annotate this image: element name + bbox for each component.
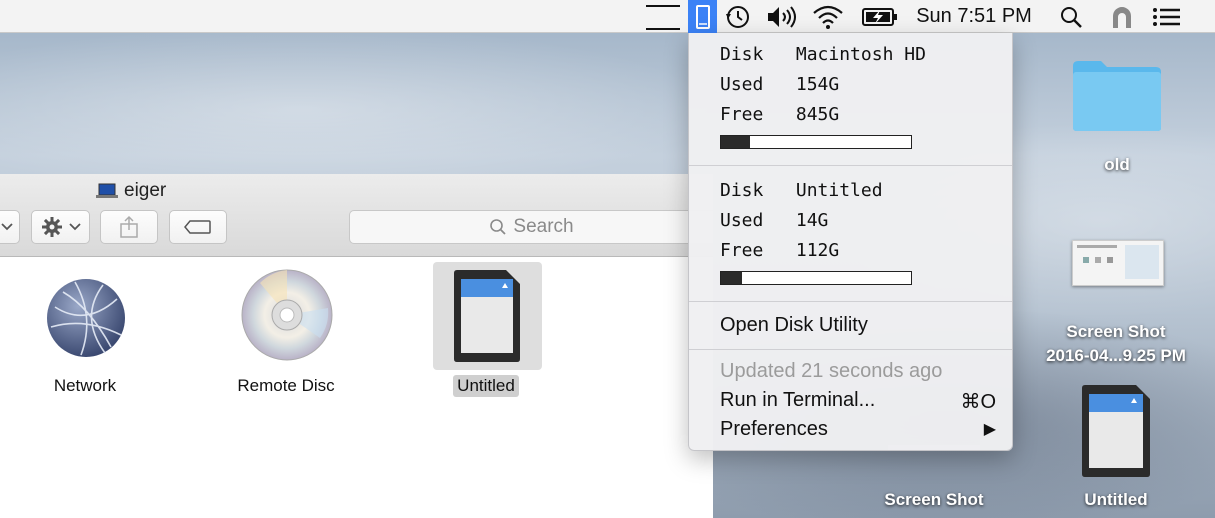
- action-button[interactable]: [31, 210, 90, 244]
- search-icon: [490, 219, 507, 235]
- used-label: Used: [720, 74, 764, 95]
- finder-item-label-text: Network: [53, 376, 117, 395]
- desktop-icon-label: Untitled: [1084, 490, 1148, 509]
- finder-item-label-text: Remote Disc: [237, 376, 335, 395]
- menubar-clock[interactable]: Sun 7:51 PM: [912, 0, 1036, 33]
- share-button[interactable]: [100, 210, 158, 244]
- battery-icon[interactable]: [860, 0, 900, 33]
- time-machine-icon[interactable]: [723, 0, 753, 33]
- chevron-down-icon: [1, 223, 13, 231]
- window-title-text: eiger: [124, 180, 167, 201]
- user-icon[interactable]: [1108, 0, 1136, 33]
- disk-status-icon[interactable]: [688, 0, 717, 33]
- disk2-usage-bar: [720, 271, 912, 285]
- disk2-free-row: Free 112G: [720, 240, 839, 261]
- folder-icon: [1073, 61, 1161, 131]
- usage-bar-fill: [721, 136, 751, 148]
- desktop-icon-label: Screen Shot: [1066, 322, 1166, 341]
- disk-label: Disk: [720, 44, 764, 65]
- network-globe-icon: [47, 279, 125, 357]
- list-icon[interactable]: [1151, 0, 1183, 33]
- desktop-icon-label: Screen Shot: [884, 490, 984, 509]
- screenshot-thumbnail: [1072, 240, 1164, 286]
- open-disk-utility-item[interactable]: Open Disk Utility: [720, 314, 868, 337]
- menu-separator: [689, 301, 1012, 302]
- run-in-terminal-label: Run in Terminal...: [720, 389, 876, 411]
- used-value: 154G: [795, 74, 840, 95]
- clock-text: Sun 7:51 PM: [916, 5, 1032, 27]
- disk-status-menu: Disk Macintosh HD Used 154G Free 845G Di…: [688, 33, 1013, 451]
- search-placeholder: Search: [513, 216, 574, 237]
- finder-item-label: Network: [25, 375, 145, 397]
- finder-window: eiger Search Network Remote Disc Untitle…: [0, 174, 713, 518]
- free-value: 845G: [795, 104, 840, 125]
- disk1-used-row: Used 154G: [720, 74, 839, 95]
- spotlight-icon[interactable]: [1057, 0, 1085, 33]
- menu-separator: [689, 349, 1012, 350]
- free-value: 112G: [795, 240, 840, 261]
- disk1-name-row: Disk Macintosh HD: [720, 44, 926, 65]
- tag-icon: [184, 220, 211, 234]
- run-in-terminal-shortcut: ⌘O: [960, 391, 996, 413]
- desktop-icon-label-line2: 2016-04...9.25 PM: [1046, 346, 1186, 365]
- laptop-icon: [96, 183, 118, 198]
- disk2-name-row: Disk Untitled: [720, 180, 883, 201]
- disk1-free-row: Free 845G: [720, 104, 839, 125]
- usage-bar-fill: [721, 272, 743, 284]
- finder-item-label: Untitled: [426, 375, 546, 397]
- hamburger-lines-icon[interactable]: [643, 0, 683, 33]
- used-value: 14G: [795, 210, 829, 231]
- view-options-button[interactable]: [0, 210, 20, 244]
- tags-button[interactable]: [169, 210, 227, 244]
- disk-name: Untitled: [795, 180, 883, 201]
- finder-item-label-text: Untitled: [453, 375, 519, 397]
- search-input[interactable]: Search: [349, 210, 713, 244]
- sd-card-icon: [454, 270, 520, 362]
- window-title: eiger: [96, 180, 166, 202]
- wifi-icon[interactable]: [810, 0, 846, 33]
- submenu-arrow-icon: ▶: [983, 421, 996, 438]
- disc-icon: [241, 269, 333, 361]
- preferences-label: Preferences: [720, 418, 828, 440]
- finder-item-label: Remote Disc: [216, 375, 356, 397]
- free-label: Free: [720, 104, 764, 125]
- disk1-usage-bar: [720, 135, 912, 149]
- disk-name: Macintosh HD: [795, 44, 926, 65]
- gear-icon: [41, 217, 62, 237]
- disk2-used-row: Used 14G: [720, 210, 828, 231]
- desktop-icon-label: old: [1104, 155, 1130, 174]
- used-label: Used: [720, 210, 764, 231]
- finder-toolbar: eiger Search: [0, 174, 713, 257]
- chevron-down-icon: [68, 223, 81, 231]
- updated-status-text: Updated 21 seconds ago: [720, 360, 943, 382]
- share-icon: [120, 215, 138, 238]
- free-label: Free: [720, 240, 764, 261]
- menu-bar: Sun 7:51 PM: [0, 0, 1215, 33]
- menu-separator: [689, 165, 1012, 166]
- disk-label: Disk: [720, 180, 764, 201]
- sd-card-icon: [1082, 385, 1150, 477]
- volume-icon[interactable]: [764, 0, 802, 33]
